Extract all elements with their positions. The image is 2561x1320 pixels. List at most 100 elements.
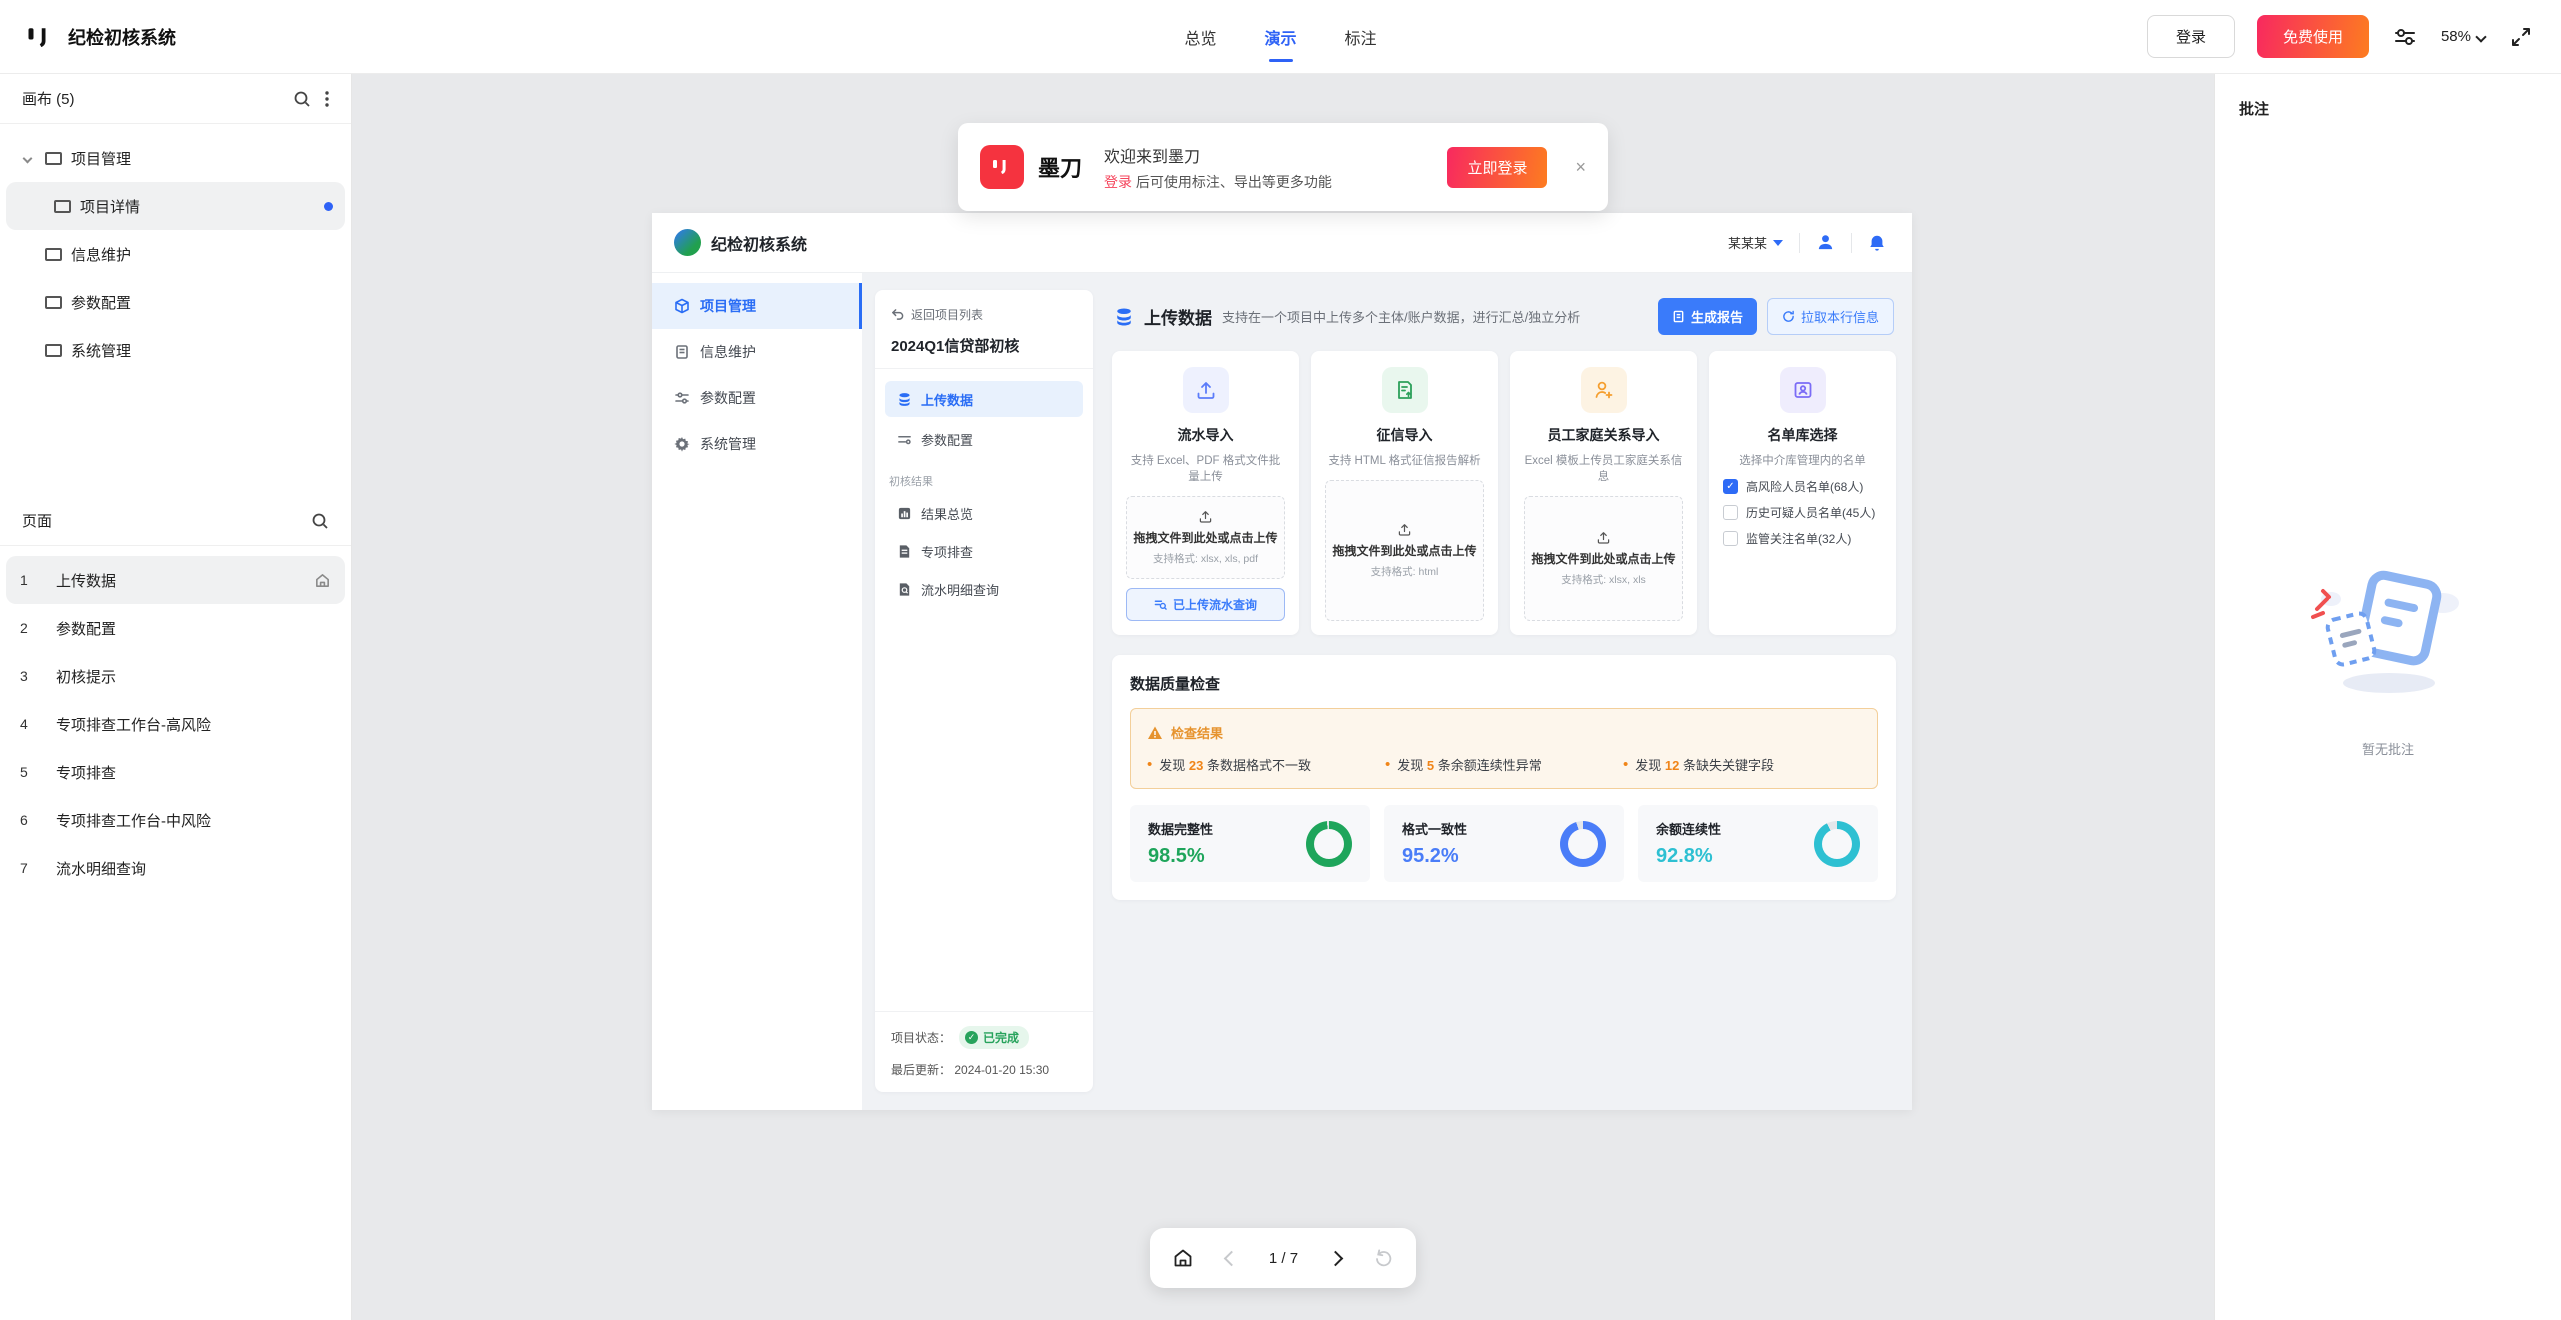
pull-bank-info-button[interactable]: 拉取本行信息 [1767, 298, 1894, 335]
page-item-6[interactable]: 6 专项排查工作台-中风险 [6, 796, 345, 844]
mock-nav-label: 信息维护 [700, 342, 756, 362]
generate-report-button[interactable]: 生成报告 [1658, 298, 1757, 335]
uploaded-flow-query-button[interactable]: 已上传流水查询 [1126, 588, 1285, 621]
page-item-4[interactable]: 4 专项排查工作台-高风险 [6, 700, 345, 748]
database-icon [897, 392, 912, 407]
fullscreen-icon[interactable] [2507, 23, 2535, 51]
mock-app-logo [674, 229, 701, 256]
tree-item-label: 系统管理 [71, 340, 131, 361]
tab-present[interactable]: 演示 [1264, 0, 1296, 74]
back-to-project-list[interactable]: 返回项目列表 [891, 306, 1077, 323]
next-page-button[interactable] [1330, 1253, 1341, 1264]
card-list-library: 名单库选择 选择中介库管理内的名单 ✓ 高风险人员名单(68人) [1709, 351, 1896, 635]
user-icon[interactable] [1800, 233, 1851, 252]
mock-nav-project-management[interactable]: 项目管理 [652, 283, 862, 329]
chevron-down-icon[interactable] [18, 155, 36, 162]
quality-metrics: 数据完整性 98.5% 格式一致性 95.2% [1130, 805, 1878, 882]
mock-nav-system-management[interactable]: 系统管理 [652, 421, 862, 467]
subnav-upload-data[interactable]: 上传数据 [885, 381, 1083, 417]
dropzone-family[interactable]: 拖拽文件到此处或点击上传 支持格式: xlsx, xls [1524, 496, 1683, 621]
sliders-icon [897, 432, 912, 447]
banner-login-link[interactable]: 登录 [1104, 174, 1132, 190]
checkbox-icon: ✓ [1723, 479, 1738, 494]
login-button[interactable]: 登录 [2147, 15, 2235, 58]
restart-button[interactable] [1373, 1248, 1394, 1269]
tree-item-info-maintenance[interactable]: 信息维护 [6, 230, 345, 278]
dropzone-flow[interactable]: 拖拽文件到此处或点击上传 支持格式: xlsx, xls, pdf [1126, 496, 1285, 579]
welcome-banner: 墨刀 欢迎来到墨刀 登录 后可使用标注、导出等更多功能 立即登录 × [958, 123, 1608, 211]
app-brand: 纪检初核系统 [26, 22, 176, 52]
page-number: 4 [20, 716, 56, 732]
card-desc: 选择中介库管理内的名单 [1739, 452, 1866, 468]
book-icon [674, 344, 690, 360]
page-item-3[interactable]: 3 初核提示 [6, 652, 345, 700]
zoom-control[interactable]: 58% [2441, 28, 2485, 45]
search-icon[interactable] [293, 90, 311, 108]
page-number: 5 [20, 764, 56, 780]
page-item-5[interactable]: 5 专项排查 [6, 748, 345, 796]
bell-icon[interactable] [1852, 234, 1890, 252]
caret-down-icon [1773, 240, 1783, 246]
page-item-1[interactable]: 1 上传数据 [6, 556, 345, 604]
app-title: 纪检初核系统 [68, 24, 176, 50]
tree-item-system-management[interactable]: 系统管理 [6, 326, 345, 374]
bullet-icon: • [1623, 757, 1628, 772]
page-item-2[interactable]: 2 参数配置 [6, 604, 345, 652]
mock-nav-param-config[interactable]: 参数配置 [652, 375, 862, 421]
dropzone-credit[interactable]: 拖拽文件到此处或点击上传 支持格式: html [1325, 480, 1484, 621]
home-page-icon [314, 572, 331, 589]
chevron-down-icon [2475, 31, 2486, 42]
card-desc: 支持 Excel、PDF 格式文件批量上传 [1126, 452, 1285, 484]
app: 纪检初核系统 总览 演示 标注 登录 免费使用 58% [0, 0, 2561, 1320]
results-section-label: 初核结果 [875, 461, 1093, 495]
close-icon[interactable]: × [1575, 157, 1586, 178]
pages-list: 1 上传数据 2 参数配置 3 初核提示 4 专项排查工作台-高风险 [0, 546, 351, 902]
more-menu-icon[interactable] [325, 90, 329, 108]
canvas-viewport: 墨刀 欢迎来到墨刀 登录 后可使用标注、导出等更多功能 立即登录 × 纪检初核系… [352, 74, 2214, 1320]
subnav-flow-detail-query[interactable]: 流水明细查询 [885, 571, 1083, 607]
project-status-block: 项目状态： ✓ 已完成 最后更新： 2024-01-20 15:30 [875, 1011, 1093, 1092]
content-header: 上传数据 支持在一个项目中上传多个主体/账户数据，进行汇总/独立分析 生成报告 [1114, 298, 1894, 335]
card-desc: Excel 模板上传员工家庭关系信息 [1524, 452, 1683, 484]
sliders-icon [674, 390, 690, 406]
tree-item-project-detail[interactable]: 项目详情 [6, 182, 345, 230]
subnav-param-config[interactable]: 参数配置 [885, 421, 1083, 457]
mock-nav-info-maintenance[interactable]: 信息维护 [652, 329, 862, 375]
checkbox-regulator-watch[interactable]: 监管关注名单(32人) [1723, 530, 1882, 547]
gear-icon [674, 436, 690, 452]
document-upload-icon [1382, 367, 1428, 413]
page-item-7[interactable]: 7 流水明细查询 [6, 844, 345, 892]
subnav-results-overview[interactable]: 结果总览 [885, 495, 1083, 531]
home-button[interactable] [1172, 1247, 1194, 1269]
subnav-special-check[interactable]: 专项排查 [885, 533, 1083, 569]
card-family-import: 员工家庭关系导入 Excel 模板上传员工家庭关系信息 拖拽文件到此处或点击上传… [1510, 351, 1697, 635]
modao-logo-icon [26, 22, 56, 52]
annotation-panel: 批注 [2214, 74, 2561, 1320]
zoom-level: 58% [2441, 28, 2471, 45]
progress-ring [1306, 821, 1352, 867]
warning-icon [1147, 725, 1163, 741]
page-number: 1 [20, 572, 56, 588]
refresh-icon [1782, 310, 1795, 323]
person-plus-icon [1581, 367, 1627, 413]
page-label: 上传数据 [56, 570, 116, 591]
card-title: 员工家庭关系导入 [1548, 425, 1660, 445]
prev-page-button[interactable] [1226, 1253, 1237, 1264]
checkbox-high-risk[interactable]: ✓ 高风险人员名单(68人) [1723, 478, 1882, 495]
preferences-icon[interactable] [2391, 23, 2419, 51]
user-name: 某某某 [1728, 233, 1767, 252]
top-right-controls: 登录 免费使用 58% [2147, 15, 2535, 58]
login-now-button[interactable]: 立即登录 [1447, 147, 1547, 188]
page-number: 6 [20, 812, 56, 828]
tab-annotate[interactable]: 标注 [1345, 0, 1377, 74]
upload-icon [1332, 522, 1477, 537]
checkbox-history-suspect[interactable]: 历史可疑人员名单(45人) [1723, 504, 1882, 521]
user-dropdown[interactable]: 某某某 [1728, 233, 1799, 252]
project-subpanel: 返回项目列表 2024Q1信贷部初核 上传数据 [875, 290, 1093, 1092]
tree-item-project-management[interactable]: 项目管理 [6, 134, 345, 182]
search-icon[interactable] [311, 512, 329, 530]
top-bar: 纪检初核系统 总览 演示 标注 登录 免费使用 58% [0, 0, 2561, 74]
tree-item-param-config[interactable]: 参数配置 [6, 278, 345, 326]
tab-overview[interactable]: 总览 [1184, 0, 1216, 74]
free-use-button[interactable]: 免费使用 [2257, 15, 2369, 58]
